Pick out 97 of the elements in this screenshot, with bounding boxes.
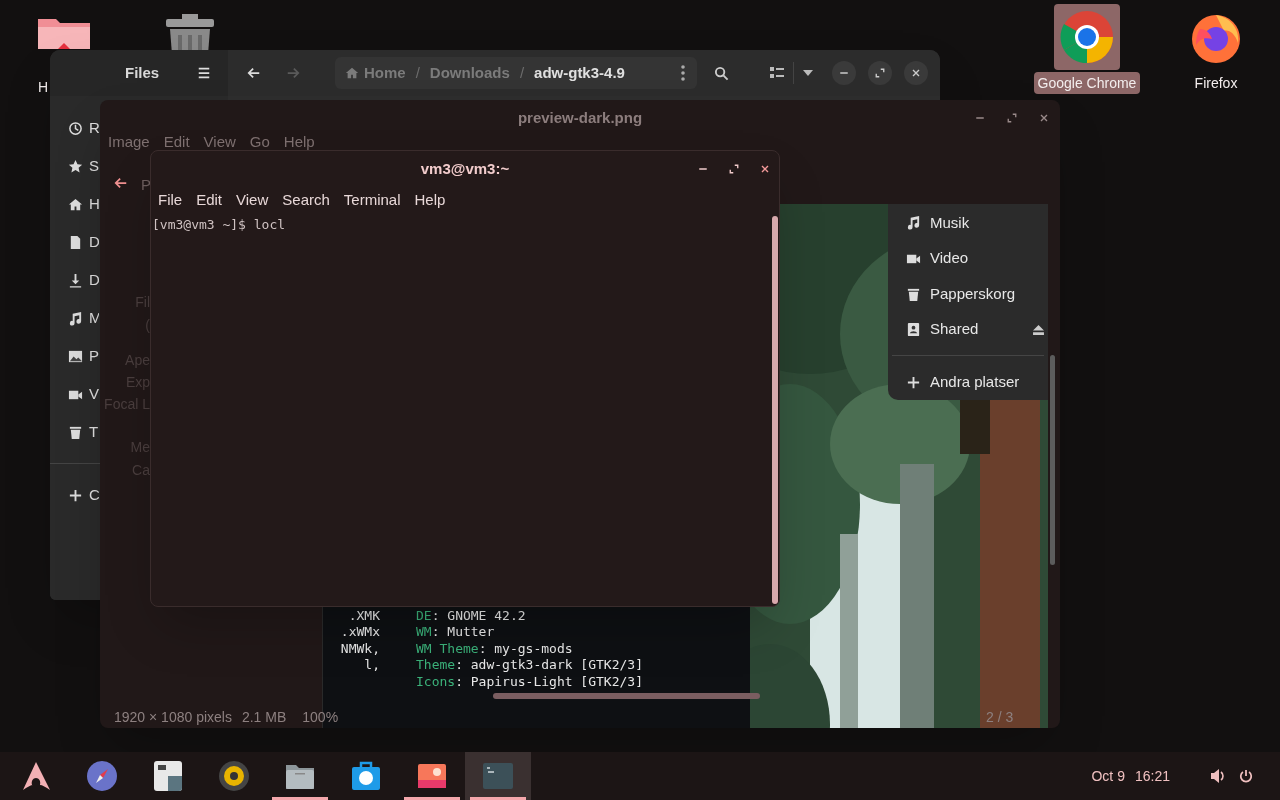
menu-item[interactable]: Help [414, 188, 446, 212]
image-icon [68, 348, 83, 364]
sidebar-item[interactable]: V [50, 375, 99, 413]
desktop-icon-label[interactable]: Google Chrome [1033, 72, 1141, 94]
maximize-icon [728, 163, 740, 175]
terminal-text: .XMK [347, 606, 380, 625]
terminal-text: DE: GNOME 42.2 [416, 606, 526, 625]
menu-item[interactable]: View [236, 188, 269, 212]
places-item[interactable]: Papperskorg [888, 276, 1048, 312]
sidebar-item[interactable]: R [50, 109, 99, 147]
terminal-text: l, [363, 656, 380, 675]
menu-item[interactable]: Search [282, 188, 330, 212]
close-icon [1038, 112, 1050, 124]
close-icon [759, 163, 771, 175]
taskbar-app-button[interactable] [465, 752, 531, 800]
terminal-icon [482, 760, 514, 792]
menu-item[interactable]: View [203, 131, 236, 154]
status-text: 1920 × 1080 pixels [114, 708, 232, 727]
image-counter: 2 / 3 [986, 708, 1014, 727]
status-text: 2.1 MB [241, 708, 287, 727]
menu-item[interactable]: File [158, 188, 183, 212]
terminal-text: NMWk, [339, 639, 380, 658]
power-icon [1239, 769, 1253, 783]
trash-icon [906, 286, 921, 302]
sidebar-item[interactable]: T [50, 413, 99, 451]
terminal-text: [vm3@vm3 ~]$ locl [152, 216, 287, 234]
eject-icon [1033, 324, 1044, 335]
sidebar-item[interactable]: C [50, 476, 99, 514]
star-icon [68, 158, 83, 174]
window-title: vm3@vm3:~ [420, 158, 510, 179]
maximize-icon [874, 67, 886, 79]
forward-arrow-icon [286, 66, 300, 80]
close-icon [910, 67, 922, 79]
menu-item[interactable]: Terminal [343, 188, 401, 212]
speaker-icon [218, 760, 250, 792]
search-icon [713, 65, 729, 81]
browser-icon [1059, 9, 1115, 65]
trash-icon [68, 424, 83, 440]
clock-icon [68, 120, 83, 136]
terminal-text: WM: Mutter [416, 623, 495, 642]
vertical-scrollbar[interactable] [1050, 355, 1055, 565]
property-label: ( [144, 316, 150, 335]
terminal-text: WM Theme: my-gs-mods [416, 639, 573, 658]
desktop-icon-label[interactable]: H [38, 76, 49, 98]
music-note-icon [68, 310, 83, 326]
horizontal-scrollbar[interactable] [493, 693, 760, 699]
status-text: 100% [302, 708, 339, 727]
terminal-text: Theme: adw-gtk3-dark [GTK2/3] [416, 656, 643, 675]
menu-item[interactable]: Edit [196, 188, 223, 212]
window-title: preview-dark.png [517, 107, 643, 128]
compass-icon [86, 760, 118, 792]
path-separator: / [415, 62, 420, 83]
sidebar-item[interactable]: H [50, 185, 99, 223]
more-vert-icon [681, 65, 685, 81]
window-title: Files [125, 62, 160, 83]
calendar-icon [152, 760, 184, 792]
shopping-bag-icon [350, 760, 382, 792]
menu-item[interactable]: Edit [163, 131, 190, 154]
caret-icon [803, 70, 813, 76]
desktop-icon-label[interactable]: Firefox [1190, 72, 1242, 94]
path-separator: / [519, 62, 525, 83]
places-item[interactable]: Shared [888, 311, 1048, 348]
contact-card-icon [906, 322, 921, 338]
menu-item[interactable]: Help [283, 131, 315, 154]
panel-title: P [141, 175, 151, 195]
places-item[interactable]: Video [888, 240, 1048, 277]
close-button[interactable] [904, 61, 928, 85]
sidebar-item[interactable]: S [50, 147, 99, 185]
download-icon [68, 272, 83, 288]
clock-button[interactable]: Oct 9 16:21 [1085, 752, 1176, 800]
path-segment[interactable]: adw-gtk3-4.9 [534, 61, 625, 85]
document-icon [68, 234, 83, 250]
volume-icon [1210, 768, 1226, 784]
menu-item[interactable]: Image [108, 131, 150, 154]
list-view-icon [770, 67, 784, 79]
plus-icon [906, 374, 921, 390]
maximize-icon [1006, 112, 1018, 124]
menu-icon [197, 66, 211, 80]
music-note-icon [906, 215, 921, 231]
sidebar-item[interactable]: P [50, 337, 99, 375]
terminal-text: .xWMx [339, 623, 380, 642]
back-arrow-icon [247, 66, 261, 80]
vertical-scrollbar[interactable] [772, 216, 778, 604]
arch-logo-icon [20, 760, 52, 792]
plus-icon [68, 487, 83, 503]
sidebar-item[interactable]: D [50, 261, 99, 299]
maximize-button[interactable] [868, 61, 892, 85]
back-arrow-icon [114, 176, 128, 190]
terminal-text: Icons: Papirus-Light [GTK2/3] [416, 672, 643, 691]
places-item[interactable]: Andra platser [888, 364, 1048, 400]
home-icon [345, 66, 359, 80]
menu-item[interactable]: Go [249, 131, 270, 154]
places-item[interactable]: Musik [888, 205, 1048, 241]
minimize-button[interactable] [832, 61, 856, 85]
desktop-icon-tile[interactable] [1054, 4, 1120, 70]
home-icon [68, 196, 83, 212]
sidebar-item[interactable]: D [50, 223, 99, 261]
